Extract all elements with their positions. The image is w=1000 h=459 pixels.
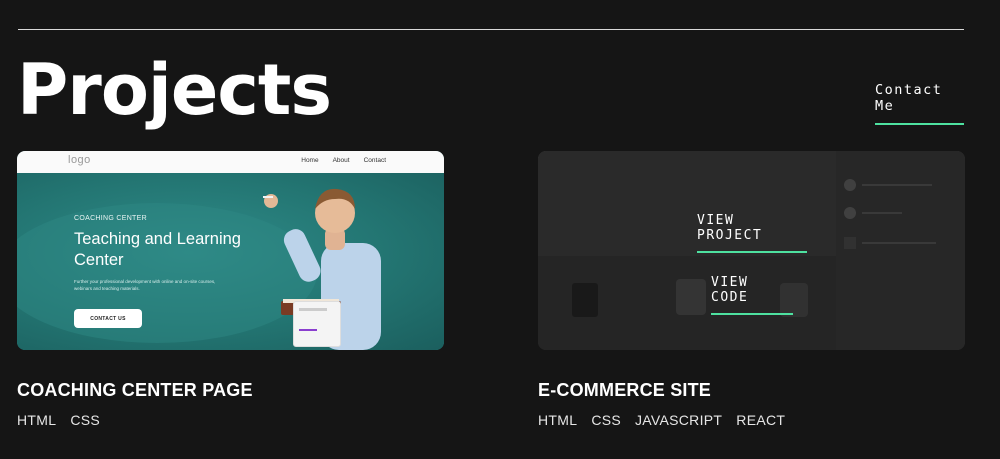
project-title: COACHING CENTER PAGE <box>17 380 253 400</box>
page-title: Projects <box>17 49 332 131</box>
view-project-label: VIEW PROJECT <box>697 213 763 243</box>
tag: REACT <box>736 412 786 428</box>
project-tags: HTML CSS JAVASCRIPT REACT <box>538 412 785 428</box>
view-code-label: VIEW CODE <box>711 275 749 305</box>
preview-logo: logo <box>68 154 91 166</box>
contact-me-link[interactable]: Contact Me <box>875 82 964 125</box>
preview-nav-home: Home <box>301 157 319 164</box>
preview-navbar: logo Home About Contact <box>17 151 444 173</box>
preview-kicker: COACHING CENTER <box>74 215 147 222</box>
preview-nav-contact: Contact <box>363 157 386 164</box>
contact-me-label: Contact Me <box>875 82 943 114</box>
project-tags: HTML CSS <box>17 412 100 428</box>
preview-nav-about: About <box>332 157 350 164</box>
project-thumbnail-coaching[interactable]: logo Home About Contact COACHING CENTER … <box>17 151 444 350</box>
preview-contact-button: CONTACT US <box>74 309 142 328</box>
preview-phone-mockup <box>293 301 341 347</box>
project-thumbnail-ecommerce[interactable]: VIEW PROJECT VIEW CODE <box>538 151 965 350</box>
tag: HTML <box>538 412 578 428</box>
tag: JAVASCRIPT <box>635 412 723 428</box>
preview-description: Further your professional development wi… <box>74 279 216 291</box>
tag: CSS <box>70 412 100 428</box>
view-project-button[interactable]: VIEW PROJECT <box>697 213 807 253</box>
preview-heading: Teaching and Learning Center <box>74 230 241 269</box>
top-divider <box>18 29 964 30</box>
view-code-button[interactable]: VIEW CODE <box>711 275 793 315</box>
project-title: E-COMMERCE SITE <box>538 380 712 400</box>
contact-me-underline <box>875 123 964 125</box>
view-code-underline <box>711 313 793 315</box>
preview-nav-links: Home About Contact <box>301 157 386 164</box>
tag: HTML <box>17 412 57 428</box>
tag: CSS <box>591 412 621 428</box>
view-project-underline <box>697 251 807 253</box>
